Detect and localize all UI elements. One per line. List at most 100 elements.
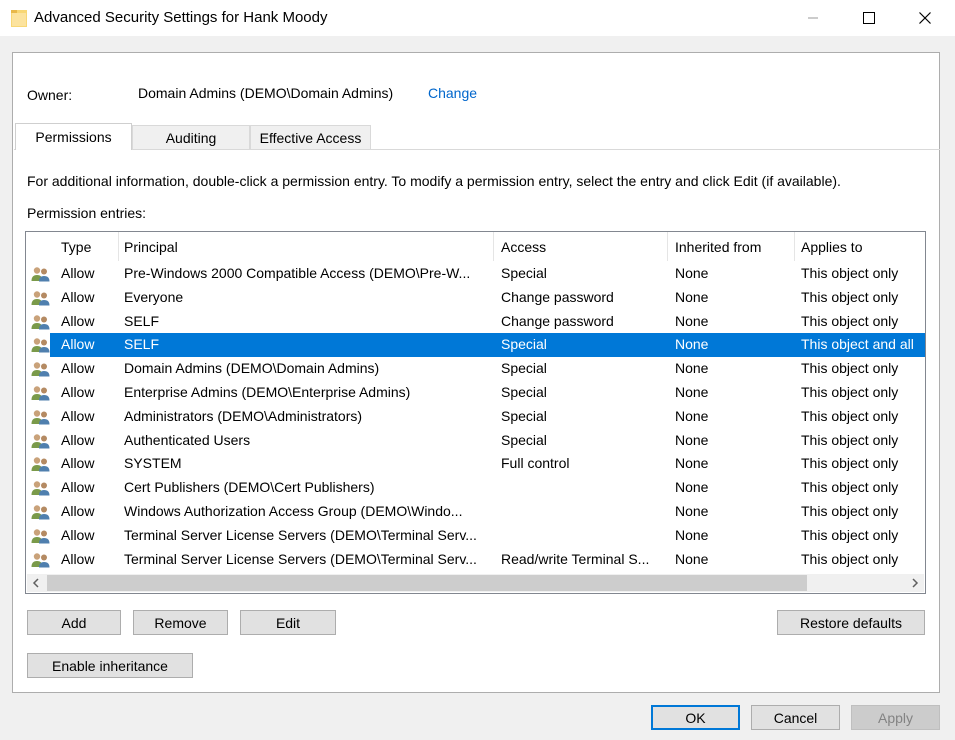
chevron-right-icon (912, 578, 919, 588)
scrollbar-thumb[interactable] (47, 575, 807, 591)
cell-type: Allow (61, 455, 95, 472)
users-group-icon (31, 361, 50, 377)
list-header: Type Principal Access Inherited from App… (26, 232, 925, 261)
cell-access: Change password (501, 288, 614, 305)
cell-principal: Terminal Server License Servers (DEMO\Te… (124, 550, 477, 567)
cell-type: Allow (61, 336, 95, 353)
column-header-type[interactable]: Type (54, 232, 118, 261)
cell-type: Allow (61, 265, 95, 281)
cell-inherited-from: None (675, 265, 709, 281)
cell-inherited-from: None (675, 360, 709, 377)
table-row[interactable]: Allow Terminal Server License Servers (DE… (26, 548, 925, 572)
cell-access: Full control (501, 455, 570, 472)
table-row[interactable]: Allow Administrators (DEMO\Administrators… (26, 405, 925, 429)
chevron-left-icon (32, 578, 39, 588)
cell-inherited-from: None (675, 526, 709, 543)
cell-access: Special (501, 265, 547, 281)
users-group-icon (31, 528, 50, 544)
cell-principal: Everyone (124, 288, 184, 305)
cell-type: Allow (61, 407, 95, 424)
cell-type: Allow (61, 431, 95, 448)
permission-entries-label: Permission entries: (27, 205, 147, 221)
cell-type: Allow (61, 360, 95, 377)
users-group-icon (31, 337, 50, 353)
ok-button[interactable]: OK (651, 705, 740, 730)
scroll-right-button[interactable] (906, 574, 924, 592)
table-row[interactable]: Allow Terminal Server License Servers (DE… (26, 524, 925, 548)
table-row[interactable]: Allow Authenticated Users Special None This … (26, 429, 925, 453)
table-row[interactable]: Allow Domain Admins (DEMO\Domain Admins) S… (26, 357, 925, 381)
cell-access: Change password (501, 312, 614, 329)
cell-inherited-from: None (675, 383, 709, 400)
cell-access: Special (501, 383, 547, 400)
cell-applies-to: This object only (801, 455, 899, 472)
restore-defaults-button[interactable]: Restore defaults (777, 610, 925, 635)
cell-applies-to: This object only (801, 526, 899, 543)
horizontal-scrollbar[interactable] (27, 574, 924, 592)
table-row[interactable]: Allow Enterprise Admins (DEMO\Enterprise … (26, 381, 925, 405)
users-group-icon (31, 290, 50, 306)
maximize-button[interactable] (846, 0, 892, 36)
column-header-access[interactable]: Access (494, 232, 667, 261)
column-header-applies-to[interactable]: Applies to (794, 232, 925, 261)
table-row[interactable]: Allow SELF Special None This object and all (26, 333, 925, 358)
cell-inherited-from: None (675, 550, 709, 567)
column-header-principal[interactable]: Principal (117, 232, 493, 261)
remove-button[interactable]: Remove (133, 610, 228, 635)
cell-principal: Pre-Windows 2000 Compatible Access (DEMO… (124, 265, 471, 281)
cell-type: Allow (61, 526, 95, 543)
minimize-button[interactable] (790, 0, 836, 36)
cell-principal: Administrators (DEMO\Administrators) (124, 407, 363, 424)
cell-applies-to: This object only (801, 360, 899, 377)
column-header-inherited-from[interactable]: Inherited from (668, 232, 794, 261)
cell-applies-to: This object only (801, 407, 899, 424)
cell-applies-to: This object only (801, 383, 899, 400)
users-group-icon (31, 266, 50, 282)
change-owner-link[interactable]: Change (428, 85, 477, 101)
cell-principal: SELF (124, 336, 160, 353)
users-group-icon (31, 504, 50, 520)
cancel-button[interactable]: Cancel (751, 705, 840, 730)
maximize-icon (863, 12, 875, 24)
edit-button[interactable]: Edit (240, 610, 336, 635)
cell-type: Allow (61, 383, 95, 400)
table-row[interactable]: Allow SYSTEM Full control None This object o… (26, 452, 925, 476)
list-rows: Allow Pre-Windows 2000 Compatible Access … (26, 262, 925, 571)
cell-type: Allow (61, 550, 95, 567)
tab-auditing[interactable]: Auditing (132, 125, 250, 150)
cell-applies-to: This object only (801, 312, 899, 329)
cell-inherited-from: None (675, 312, 709, 329)
table-row[interactable]: Allow Windows Authorization Access Group … (26, 500, 925, 524)
close-button[interactable] (902, 0, 948, 36)
cell-inherited-from: None (675, 479, 709, 496)
table-row[interactable]: Allow Pre-Windows 2000 Compatible Access … (26, 262, 925, 286)
scroll-left-button[interactable] (27, 574, 45, 592)
title-bar: Advanced Security Settings for Hank Mood… (0, 0, 955, 36)
cell-principal: Windows Authorization Access Group (DEMO… (124, 502, 463, 519)
users-group-icon (31, 409, 50, 425)
cell-principal: Authenticated Users (124, 431, 251, 448)
add-button[interactable]: Add (27, 610, 121, 635)
apply-button[interactable]: Apply (851, 705, 940, 730)
minimize-icon (808, 17, 818, 19)
cell-applies-to: This object only (801, 479, 899, 496)
cell-inherited-from: None (675, 455, 709, 472)
table-row[interactable]: Allow Everyone Change password None This obj… (26, 286, 925, 310)
cell-access: Special (501, 336, 547, 353)
permission-entries-list[interactable]: Type Principal Access Inherited from App… (25, 231, 926, 594)
table-row[interactable]: Allow Cert Publishers (DEMO\Cert Publishe… (26, 476, 925, 500)
enable-inheritance-button[interactable]: Enable inheritance (27, 653, 193, 678)
cell-inherited-from: None (675, 502, 709, 519)
window-title: Advanced Security Settings for Hank Mood… (34, 9, 328, 26)
users-group-icon (31, 314, 50, 330)
users-group-icon (31, 552, 50, 568)
cell-inherited-from: None (675, 431, 709, 448)
cell-access: Read/write Terminal S... (501, 550, 650, 567)
cell-type: Allow (61, 288, 95, 305)
tab-effective-access[interactable]: Effective Access (250, 125, 371, 150)
owner-value: Domain Admins (DEMO\Domain Admins) (138, 85, 394, 101)
cell-applies-to: This object only (801, 265, 899, 281)
tab-permissions[interactable]: Permissions (15, 123, 132, 150)
table-row[interactable]: Allow SELF Change password None This object … (26, 310, 925, 334)
cell-access: Special (501, 407, 547, 424)
